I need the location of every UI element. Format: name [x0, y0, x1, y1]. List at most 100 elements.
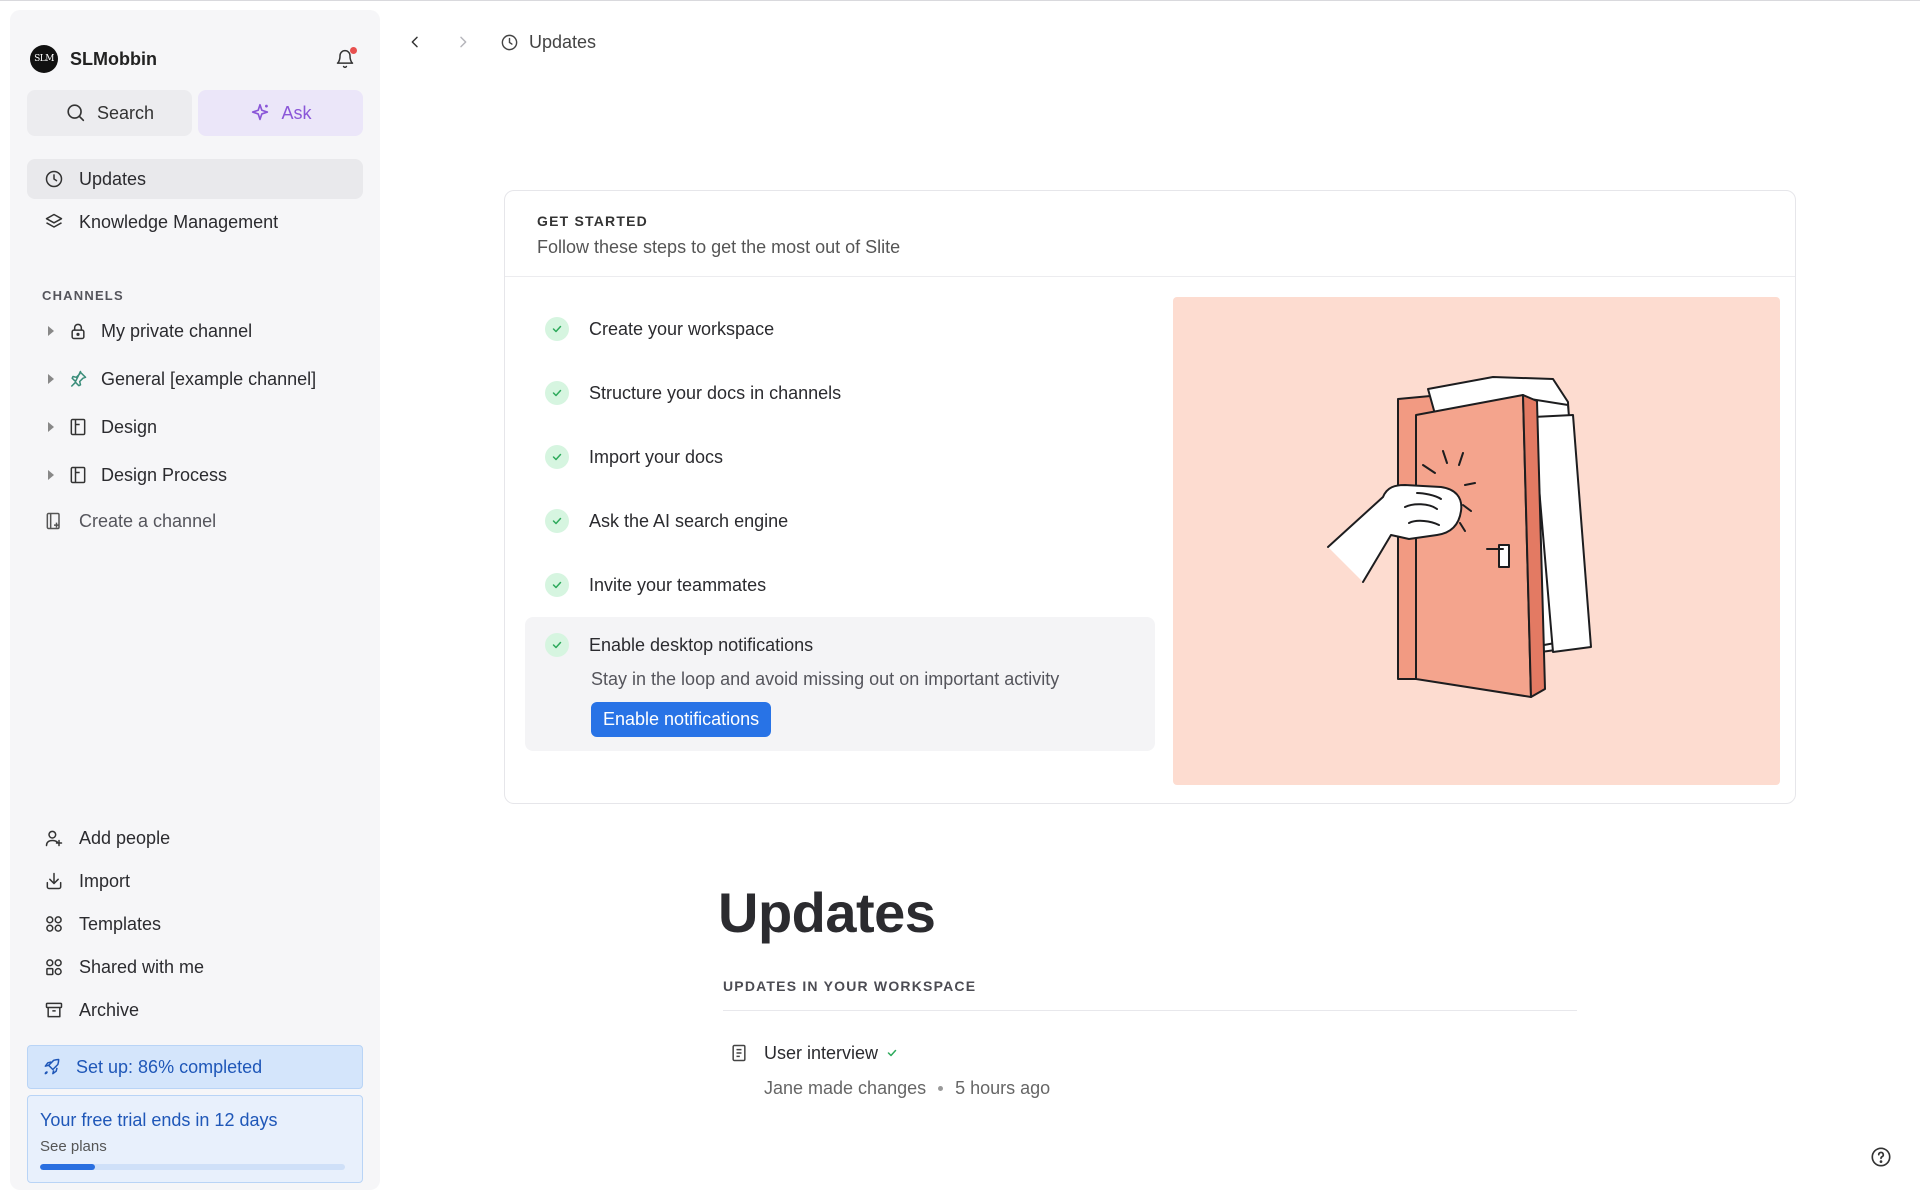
top-navigation-bar: Updates [400, 22, 596, 62]
sidebar-item-label: Archive [79, 999, 140, 1020]
clock-icon [43, 168, 65, 190]
update-item-author: Jane made changes [764, 1078, 927, 1098]
create-channel-button[interactable]: Create a channel [27, 501, 363, 541]
ask-label: Ask [281, 102, 312, 123]
trial-title: Your free trial ends in 12 days [40, 1110, 278, 1130]
update-item-meta: Jane made changes 5 hours ago [764, 1078, 1050, 1099]
archive-icon [43, 999, 65, 1021]
search-button[interactable]: Search [27, 90, 192, 136]
check-icon [545, 573, 569, 597]
check-icon [545, 381, 569, 405]
layers-icon [43, 211, 65, 233]
door-illustration [1173, 297, 1780, 785]
channel-label: General [example channel] [101, 368, 317, 389]
ask-button[interactable]: Ask [198, 90, 363, 136]
verified-check-icon [886, 1047, 898, 1059]
step-label: Import your docs [589, 446, 724, 467]
sidebar-item-updates[interactable]: Updates [27, 159, 363, 199]
layout-icon [67, 464, 89, 486]
door-knock-illustration [1327, 376, 1592, 698]
sidebar-channel-general[interactable]: General [example channel] [27, 359, 363, 399]
expand-caret-icon[interactable] [41, 326, 61, 336]
notification-dot [350, 47, 357, 54]
chevron-right-icon [460, 36, 467, 48]
sidebar-item-templates[interactable]: Templates [27, 904, 363, 944]
help-button[interactable] [1870, 1146, 1892, 1168]
get-started-header: GET STARTED Follow these steps to get th… [505, 191, 1795, 277]
update-item-user-interview[interactable]: User interview [728, 1042, 898, 1064]
meta-separator [938, 1086, 944, 1091]
window-top-border [0, 0, 1920, 1]
expand-caret-icon[interactable] [41, 422, 61, 432]
channels-section-label: CHANNELS [42, 288, 124, 303]
get-started-card: GET STARTED Follow these steps to get th… [504, 190, 1796, 804]
check-icon [545, 633, 569, 657]
rocket-icon [42, 1056, 64, 1078]
get-started-kicker: GET STARTED [537, 213, 648, 229]
sidebar-item-archive[interactable]: Archive [27, 990, 363, 1030]
step-label: Invite your teammates [589, 574, 767, 595]
step-label: Enable desktop notifications [589, 634, 814, 655]
enable-notifications-button[interactable]: Enable notifications [591, 702, 772, 737]
expand-caret-icon[interactable] [41, 374, 61, 384]
onboarding-steps-list: Create your workspace Structure your doc… [525, 297, 1155, 751]
clock-icon [500, 33, 519, 52]
get-started-subtitle: Follow these steps to get the most out o… [537, 237, 901, 257]
sidebar-item-label: Import [79, 870, 131, 891]
step-label: Create your workspace [589, 318, 775, 339]
forward-button[interactable] [448, 27, 478, 57]
trial-progress-track [40, 1164, 345, 1170]
help-icon [1871, 1147, 1891, 1167]
back-button[interactable] [400, 27, 430, 57]
expand-caret-icon[interactable] [41, 470, 61, 480]
sidebar-item-label: Shared with me [79, 956, 205, 977]
sparkle-icon [252, 103, 269, 121]
add-user-icon [43, 827, 65, 849]
channel-label: My private channel [101, 320, 253, 341]
sidebar-item-import[interactable]: Import [27, 861, 363, 901]
onboarding-step[interactable]: Ask the AI search engine [525, 489, 1155, 553]
sidebar-item-knowledge-management[interactable]: Knowledge Management [27, 202, 363, 242]
workspace-header[interactable]: SLM SLMobbin [30, 34, 360, 84]
trial-progress-fill [40, 1164, 95, 1170]
setup-progress-button[interactable]: Set up: 86% completed [27, 1045, 363, 1089]
onboarding-step[interactable]: Create your workspace [525, 297, 1155, 361]
onboarding-step[interactable]: Invite your teammates [525, 553, 1155, 617]
sidebar-item-label: Knowledge Management [79, 211, 279, 232]
sidebar-channel-design-process[interactable]: Design Process [27, 455, 363, 495]
lock-icon [67, 320, 89, 342]
step-description: Stay in the loop and avoid missing out o… [591, 669, 1060, 689]
update-item-time: 5 hours ago [955, 1078, 1051, 1098]
sidebar-item-label: Add people [79, 827, 171, 848]
step-label: Structure your docs in channels [589, 382, 842, 403]
document-icon [728, 1042, 750, 1064]
import-icon [43, 870, 65, 892]
onboarding-step[interactable]: Structure your docs in channels [525, 361, 1155, 425]
sidebar-channel-my-private-channel[interactable]: My private channel [27, 311, 363, 351]
workspace-name: SLMobbin [70, 48, 157, 69]
sidebar-item-shared-with-me[interactable]: Shared with me [27, 947, 363, 987]
channel-label: Design Process [101, 464, 228, 485]
updates-section-label: UPDATES IN YOUR WORKSPACE [723, 978, 977, 994]
pin-icon [67, 368, 89, 390]
templates-icon [43, 913, 65, 935]
update-item-title: User interview [764, 1042, 879, 1063]
chevron-left-icon [411, 36, 418, 48]
check-icon [545, 509, 569, 533]
onboarding-step-expanded[interactable]: Enable desktop notifications Stay in the… [525, 617, 1155, 751]
page-title: Updates [718, 881, 936, 944]
search-label: Search [96, 102, 155, 123]
sidebar-item-add-people[interactable]: Add people [27, 818, 363, 858]
notifications-bell-button[interactable] [330, 44, 360, 74]
sidebar: SLM SLMobbin Search Ask Updates Knowledg… [10, 10, 380, 1190]
step-label: Ask the AI search engine [589, 510, 789, 531]
see-plans-link[interactable]: See plans [40, 1138, 350, 1155]
add-channel-icon [43, 510, 65, 532]
sidebar-channel-design[interactable]: Design [27, 407, 363, 447]
check-icon [545, 445, 569, 469]
onboarding-step[interactable]: Import your docs [525, 425, 1155, 489]
updates-divider [723, 1010, 1577, 1011]
shared-users-icon [43, 956, 65, 978]
trial-banner[interactable]: Your free trial ends in 12 days See plan… [27, 1095, 363, 1183]
check-icon [545, 317, 569, 341]
